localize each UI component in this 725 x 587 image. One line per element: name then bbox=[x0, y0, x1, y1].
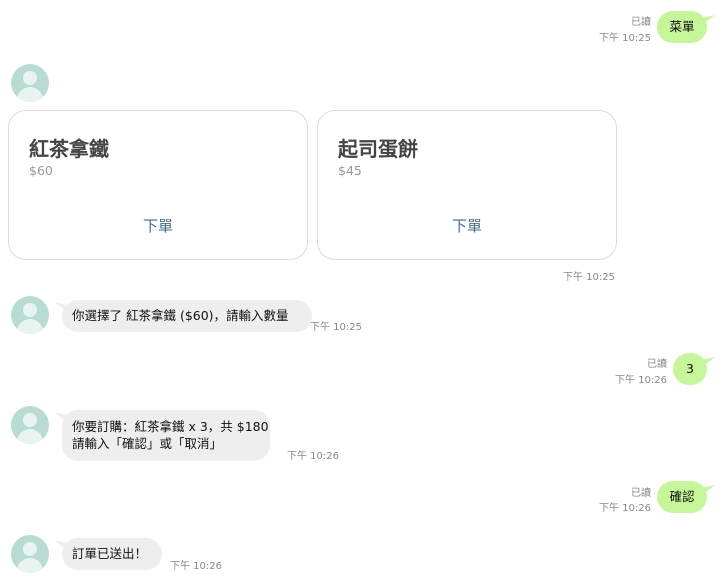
message-time: 下午 10:26 bbox=[170, 561, 222, 572]
order-button[interactable]: 下單 bbox=[318, 215, 616, 236]
read-receipt: 已讀 bbox=[647, 359, 667, 370]
read-receipt: 已讀 bbox=[631, 17, 651, 28]
incoming-message-bubble: 你要訂購：紅茶拿鐵 x 3，共 $180 請輸入「確認」或「取消」 bbox=[62, 410, 270, 461]
message-text: 請輸入「確認」或「取消」 bbox=[72, 436, 223, 451]
outgoing-message-bubble: 菜單 bbox=[657, 11, 707, 43]
message-time: 下午 10:25 bbox=[599, 33, 651, 44]
message-text: 你要訂購：紅茶拿鐵 x 3，共 $180 bbox=[72, 419, 269, 434]
incoming-message-bubble: 訂單已送出！ bbox=[62, 538, 162, 570]
message-time: 下午 10:26 bbox=[599, 503, 651, 514]
menu-card: 起司蛋餅 $45 下單 bbox=[317, 110, 617, 260]
incoming-message-bubble: 你選擇了 紅茶拿鐵 ($60)，請輸入數量 bbox=[62, 300, 312, 332]
message-time: 下午 10:25 bbox=[310, 322, 362, 333]
read-receipt: 已讀 bbox=[631, 488, 651, 499]
menu-item-title: 起司蛋餅 bbox=[338, 137, 418, 161]
bot-avatar-icon bbox=[11, 535, 49, 573]
message-text: 菜單 bbox=[669, 19, 695, 34]
message-time: 下午 10:25 bbox=[563, 272, 615, 283]
message-time: 下午 10:26 bbox=[615, 375, 667, 386]
bot-avatar-icon bbox=[11, 64, 49, 102]
menu-item-title: 紅茶拿鐵 bbox=[29, 137, 109, 161]
message-text: 訂單已送出！ bbox=[72, 546, 148, 561]
bot-avatar-icon bbox=[11, 406, 49, 444]
outgoing-message-bubble: 確認 bbox=[657, 481, 707, 513]
message-text: 3 bbox=[686, 361, 694, 376]
order-button[interactable]: 下單 bbox=[9, 215, 307, 236]
message-time: 下午 10:26 bbox=[287, 451, 339, 462]
menu-item-price: $45 bbox=[338, 163, 362, 178]
menu-item-price: $60 bbox=[29, 163, 53, 178]
menu-card: 紅茶拿鐵 $60 下單 bbox=[8, 110, 308, 260]
bot-avatar-icon bbox=[11, 296, 49, 334]
message-text: 確認 bbox=[669, 489, 695, 504]
outgoing-message-bubble: 3 bbox=[673, 353, 707, 385]
message-text: 你選擇了 紅茶拿鐵 ($60)，請輸入數量 bbox=[72, 308, 289, 323]
